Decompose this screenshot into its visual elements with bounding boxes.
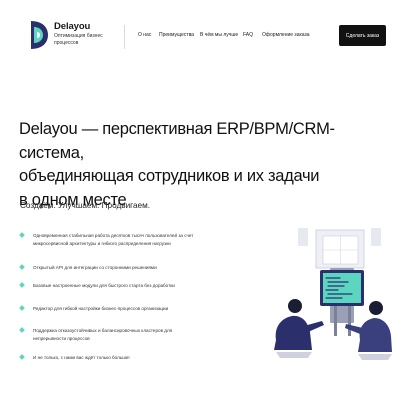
hero-subtitle: Создаём. Улучшаем. Продвигаем. xyxy=(20,201,150,210)
brand-name[interactable]: Delayou xyxy=(54,21,90,32)
team-at-computer-illustration xyxy=(274,228,392,360)
diamond-bullet-icon xyxy=(19,232,25,238)
feature-text: И не только, с нами вас ждёт только боль… xyxy=(33,355,130,360)
delayou-logo-icon[interactable] xyxy=(29,20,49,50)
nav-order[interactable]: Оформление заказа xyxy=(262,32,310,38)
order-button[interactable]: Сделать заказ xyxy=(339,25,386,46)
diamond-bullet-icon xyxy=(19,305,25,311)
diamond-bullet-icon xyxy=(19,264,25,270)
nav-about[interactable]: О нас xyxy=(138,32,151,38)
diamond-bullet-icon xyxy=(19,282,25,288)
diamond-bullet-icon xyxy=(19,327,25,333)
diamond-bullet-icon xyxy=(19,354,25,360)
feature-text: Одновременная стабильная работа десятков… xyxy=(33,233,194,246)
site-header: Delayou Оптимизация бизнес процессов О н… xyxy=(0,0,400,72)
feature-text: Открытый API для интеграции со сторонним… xyxy=(33,265,157,270)
hero-title: Delayou — перспективная ERP/BPM/CRM-сист… xyxy=(19,118,379,212)
nav-faq[interactable]: FAQ xyxy=(243,32,253,38)
nav-advantages[interactable]: Преимущества xyxy=(159,32,194,38)
feature-text: Поддержка отказоустойчивых и балансирово… xyxy=(33,328,173,341)
feature-text: Редактор для гибкой настройки бизнес-про… xyxy=(33,306,169,311)
nav-why-better[interactable]: В чём мы лучше xyxy=(200,32,238,38)
feature-text: Базовые настроенные модули для быстрого … xyxy=(33,283,175,288)
brand-tagline: Оптимизация бизнес процессов xyxy=(54,33,103,46)
hero-title-line: Delayou — перспективная ERP/BPM/CRM-сист… xyxy=(19,120,335,162)
hero-title-line: объединяющая сотрудников и их задачи xyxy=(19,167,320,185)
header-divider xyxy=(124,25,125,49)
